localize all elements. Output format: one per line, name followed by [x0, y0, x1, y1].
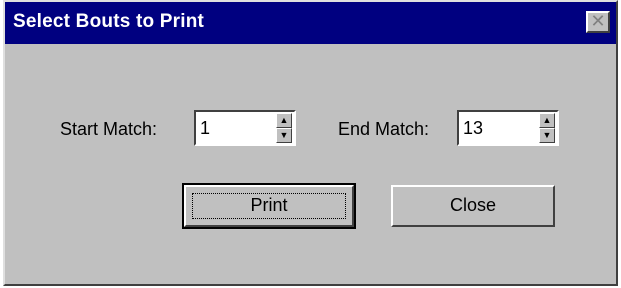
close-button-label: Close [449, 195, 497, 215]
title-bar[interactable]: Select Bouts to Print ✕ [5, 2, 616, 44]
end-match-input[interactable]: 13 [463, 118, 483, 139]
spin-up-icon[interactable]: ▲ [539, 113, 555, 128]
end-match-label: End Match: [338, 119, 430, 139]
print-button[interactable]: Print [182, 183, 356, 229]
start-match-spinner[interactable]: 1 ▲ ▼ [194, 110, 296, 146]
dialog-title: Select Bouts to Print [13, 11, 205, 32]
close-icon[interactable]: ✕ [586, 11, 610, 33]
end-match-spinner[interactable]: 13 ▲ ▼ [457, 110, 559, 146]
start-match-label: Start Match: [60, 119, 158, 139]
end-match-spin-buttons: ▲ ▼ [539, 113, 555, 143]
close-button[interactable]: Close [391, 185, 555, 227]
start-match-input[interactable]: 1 [200, 118, 210, 139]
spin-up-icon[interactable]: ▲ [276, 113, 292, 128]
spin-down-icon[interactable]: ▼ [276, 128, 292, 143]
focus-indicator [192, 193, 346, 219]
start-match-spin-buttons: ▲ ▼ [276, 113, 292, 143]
select-bouts-dialog: Select Bouts to Print ✕ Start Match: 1 ▲… [3, 0, 618, 286]
spin-down-icon[interactable]: ▼ [539, 128, 555, 143]
